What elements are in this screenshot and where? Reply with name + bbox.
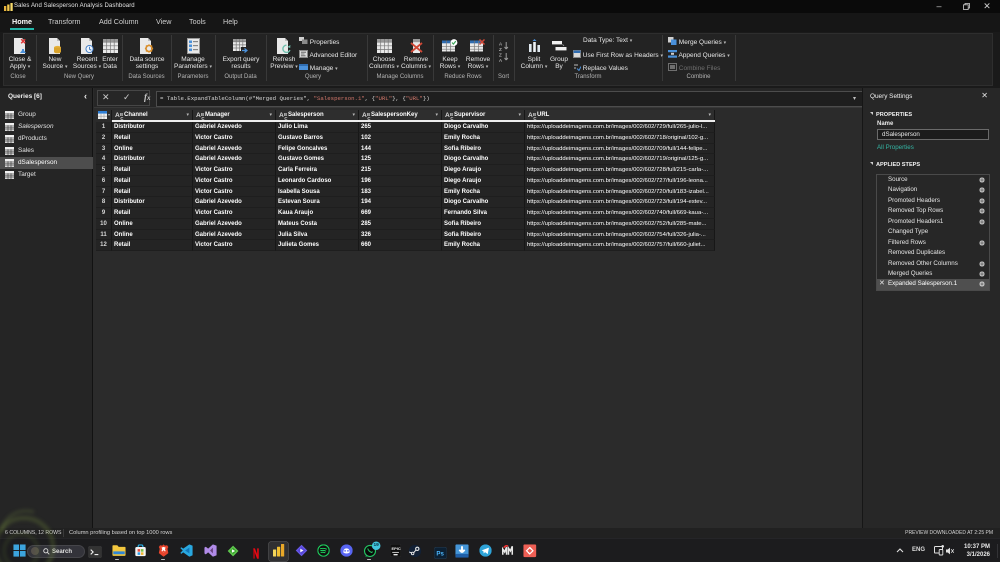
svg-text:A: A (499, 42, 503, 47)
svg-text:Ps: Ps (436, 550, 444, 557)
svg-text:Z: Z (499, 53, 502, 58)
svg-text:A: A (499, 58, 503, 62)
svg-text:EPIC: EPIC (391, 546, 400, 551)
